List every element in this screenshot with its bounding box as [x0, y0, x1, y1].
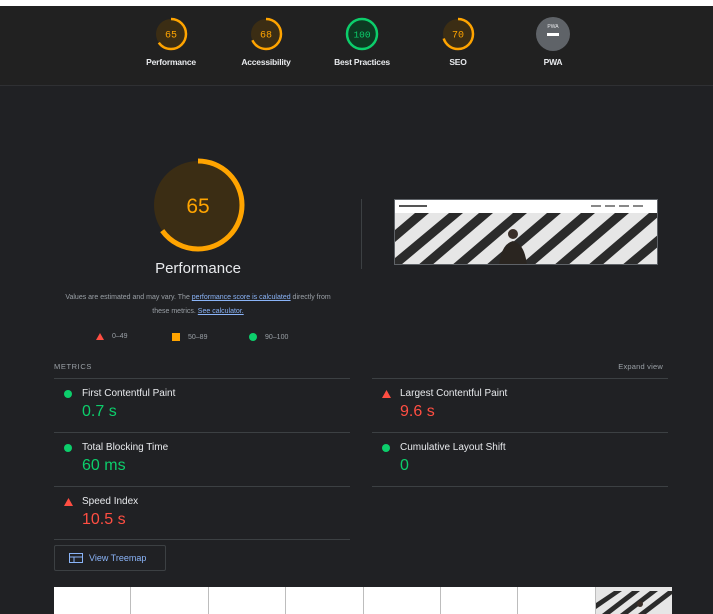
filmstrip-frame	[363, 587, 441, 614]
gauge-pwa-label: PWA	[543, 57, 563, 67]
svg-text:70: 70	[452, 31, 464, 42]
metric-value: 9.6 s	[400, 403, 435, 420]
page-screenshot-image	[395, 200, 657, 264]
legend-fail-range: 0–49	[112, 333, 128, 340]
performance-score-link[interactable]: performance score is calculated	[192, 294, 291, 301]
metric-divider	[372, 486, 668, 487]
metric-value: 10.5 s	[82, 511, 126, 528]
legend-pass-range: 90–100	[265, 333, 289, 341]
metrics-header: METRICS Expand view	[54, 362, 666, 376]
metric-name: Speed Index	[82, 496, 139, 507]
metric-divider	[54, 539, 350, 540]
category-summary-bar: 65 Performance 68 Accessibility 100 Best…	[0, 6, 713, 86]
performance-big-gauge[interactable]: 65	[148, 155, 248, 260]
metric-first-contentful-paint: First Contentful Paint 0.7 s	[54, 378, 350, 432]
gauge-best-practices[interactable]: 100 Best Practices	[312, 16, 412, 67]
metric-cumulative-layout-shift: Cumulative Layout Shift 0	[372, 432, 668, 486]
filmstrip-frame	[208, 587, 287, 614]
svg-text:68: 68	[260, 31, 272, 42]
gauge-performance-ring: 65	[154, 17, 188, 51]
green-circle-icon	[249, 333, 257, 341]
performance-big-gauge-ring: 65	[151, 158, 245, 252]
pwa-dash-icon: PWA	[536, 17, 570, 51]
gauge-pwa[interactable]: PWA PWA	[503, 16, 603, 67]
metric-largest-contentful-paint: Largest Contentful Paint 9.6 s	[372, 378, 668, 432]
legend-pass: 90–100	[249, 333, 288, 341]
filmstrip-frame	[518, 587, 596, 614]
view-treemap-button[interactable]: View Treemap	[54, 545, 166, 571]
legend-average-range: 50–89	[188, 333, 208, 341]
red-triangle-icon	[64, 498, 73, 506]
metric-name: Total Blocking Time	[82, 442, 169, 453]
green-circle-icon	[64, 444, 72, 452]
green-circle-icon	[382, 444, 390, 452]
treemap-icon	[69, 553, 83, 563]
score-legend: 0–49 50–89 90–100	[96, 333, 316, 345]
gauge-best-practices-ring: 100	[345, 17, 379, 51]
gauge-seo-label: SEO	[449, 57, 467, 67]
filmstrip-frame	[440, 587, 519, 614]
filmstrip	[54, 587, 672, 614]
expand-view-toggle[interactable]: Expand view	[618, 362, 663, 371]
filmstrip-screenshot-image	[595, 587, 672, 614]
performance-note: Values are estimated and may vary. The p…	[58, 291, 338, 319]
gauge-seo[interactable]: 70 SEO	[408, 16, 508, 67]
gauge-accessibility[interactable]: 68 Accessibility	[216, 16, 316, 67]
red-triangle-icon	[96, 333, 104, 340]
note-text-prefix: Values are estimated and may vary. The	[65, 294, 192, 301]
vertical-divider	[361, 199, 362, 269]
svg-text:PWA: PWA	[547, 24, 559, 30]
metric-total-blocking-time: Total Blocking Time 60 ms	[54, 432, 350, 486]
filmstrip-frame	[595, 587, 672, 614]
gauge-accessibility-label: Accessibility	[241, 57, 291, 67]
legend-fail: 0–49	[96, 333, 128, 340]
performance-section: 65 Performance Values are estimated and …	[0, 87, 713, 614]
see-calculator-link[interactable]: See calculator.	[198, 308, 244, 315]
metric-value: 0.7 s	[82, 403, 117, 420]
svg-text:100: 100	[353, 30, 370, 41]
metric-value: 0	[400, 457, 409, 474]
red-triangle-icon	[382, 390, 391, 398]
performance-title: Performance	[155, 260, 241, 277]
gauge-performance-label: Performance	[146, 57, 196, 67]
metric-name: Cumulative Layout Shift	[400, 442, 506, 453]
gauge-best-practices-label: Best Practices	[334, 57, 390, 67]
metric-name: Largest Contentful Paint	[400, 388, 508, 399]
metric-value: 60 ms	[82, 457, 126, 474]
svg-text:65: 65	[165, 31, 177, 42]
orange-square-icon	[172, 333, 180, 341]
green-circle-icon	[64, 390, 72, 398]
legend-average: 50–89	[172, 333, 207, 341]
svg-text:65: 65	[186, 195, 209, 218]
filmstrip-frame	[54, 587, 132, 614]
metric-speed-index: Speed Index 10.5 s	[54, 486, 350, 540]
gauge-seo-ring: 70	[441, 17, 475, 51]
final-screenshot-thumbnail[interactable]	[394, 199, 658, 265]
filmstrip-frame	[286, 587, 364, 614]
gauge-accessibility-ring: 68	[249, 17, 283, 51]
metrics-heading: METRICS	[54, 362, 92, 371]
gauge-performance[interactable]: 65 Performance	[121, 16, 221, 67]
filmstrip-frame	[131, 587, 209, 614]
view-treemap-label: View Treemap	[89, 553, 147, 563]
metric-name: First Contentful Paint	[82, 388, 176, 399]
